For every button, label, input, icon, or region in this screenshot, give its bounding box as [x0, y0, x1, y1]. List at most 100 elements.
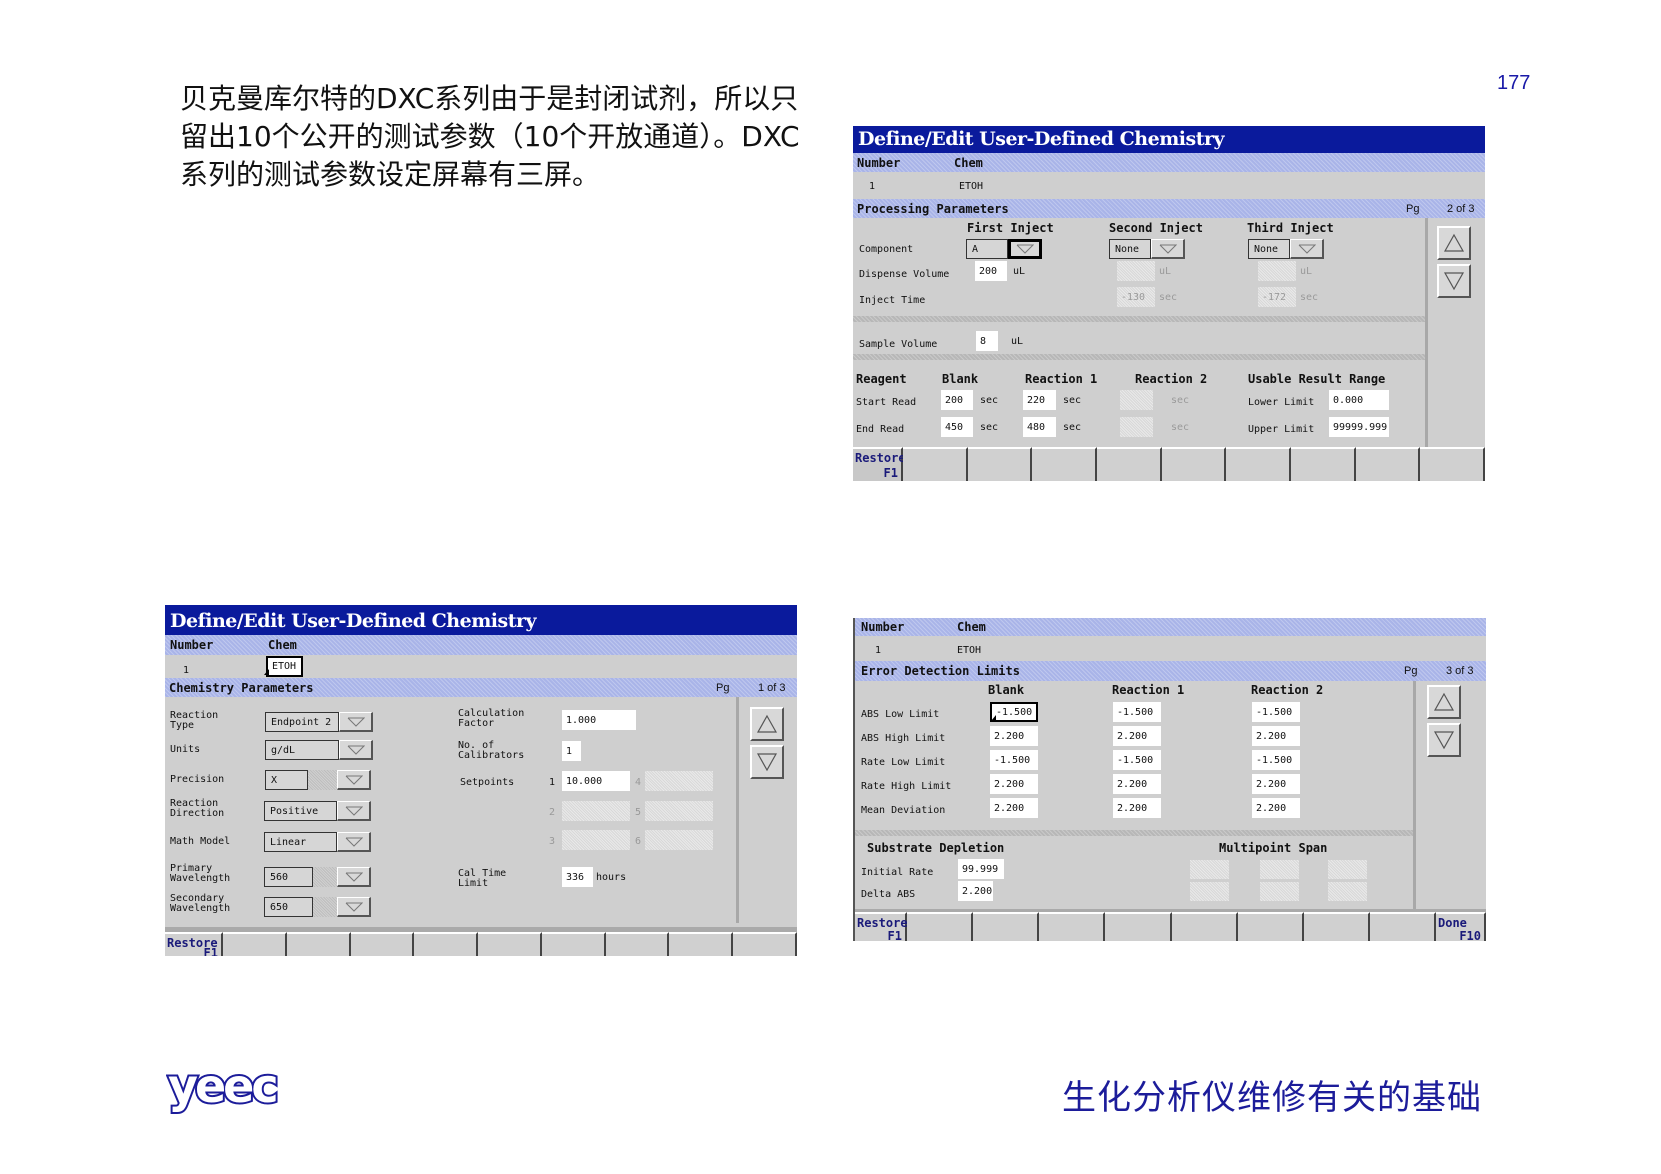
- function-key-f8[interactable]: [1303, 912, 1370, 941]
- page-up-button[interactable]: [1437, 226, 1471, 260]
- units-select[interactable]: g/dL: [265, 740, 373, 760]
- dropdown-button[interactable]: [1290, 239, 1324, 259]
- lower-limit-input[interactable]: 0.000: [1329, 390, 1389, 410]
- function-key-f9[interactable]: [1369, 912, 1436, 941]
- limit-value-input[interactable]: -1.500: [990, 750, 1038, 770]
- limit-value-input[interactable]: 2.200: [1113, 726, 1161, 746]
- function-key-f8[interactable]: [605, 932, 670, 956]
- page-up-button[interactable]: [1427, 685, 1461, 719]
- function-key-f7[interactable]: [1226, 447, 1292, 481]
- dropdown-button[interactable]: [1151, 239, 1185, 259]
- pg-label: Pg: [1406, 202, 1420, 215]
- function-key-f10[interactable]: [1420, 447, 1485, 481]
- function-key-f3[interactable]: [286, 932, 351, 956]
- start-read-reaction1-input[interactable]: 220: [1023, 390, 1056, 410]
- restore-f1-button[interactable]: Restore F1: [855, 912, 908, 941]
- setpoint-5-input: [645, 801, 713, 821]
- first-dispense-volume-input[interactable]: 200: [975, 261, 1007, 281]
- precision-select[interactable]: X: [265, 770, 371, 790]
- limit-value-input[interactable]: 2.200: [1113, 798, 1161, 818]
- reaction-direction-label: Reaction Direction: [170, 798, 225, 819]
- function-key-f9[interactable]: [669, 932, 734, 956]
- chevron-down-icon: [345, 806, 363, 816]
- function-key-f6[interactable]: [1161, 447, 1227, 481]
- function-key-f5[interactable]: [1105, 912, 1172, 941]
- limit-value-input[interactable]: 2.200: [1252, 726, 1300, 746]
- page-down-button[interactable]: [750, 745, 784, 779]
- end-read-reaction1-input[interactable]: 480: [1023, 417, 1056, 437]
- function-key-f7[interactable]: [541, 932, 606, 956]
- page-down-button[interactable]: [1437, 264, 1471, 298]
- initial-rate-input[interactable]: 99.999: [958, 859, 1004, 879]
- dropdown-button[interactable]: [337, 801, 371, 821]
- no-of-calibrators-input[interactable]: 1: [562, 741, 581, 761]
- dropdown-button[interactable]: [337, 867, 371, 887]
- function-key-f7[interactable]: [1237, 912, 1304, 941]
- page-down-button[interactable]: [1427, 723, 1461, 757]
- page-up-button[interactable]: [750, 707, 784, 741]
- sec-unit: sec: [1171, 395, 1190, 406]
- limit-row-label: ABS Low Limit: [861, 709, 940, 720]
- chevron-down-icon: [1298, 244, 1316, 254]
- limit-value-input[interactable]: -1.500: [990, 702, 1038, 722]
- dropdown-button[interactable]: [337, 897, 371, 917]
- second-inject-component-select[interactable]: None: [1109, 239, 1185, 259]
- calculation-factor-input[interactable]: 1.000: [562, 710, 636, 730]
- function-key-f6[interactable]: [478, 932, 542, 956]
- upper-limit-input[interactable]: 99999.999: [1329, 417, 1389, 437]
- function-key-f3[interactable]: [973, 912, 1040, 941]
- chem-name-input[interactable]: ETOH: [266, 656, 303, 677]
- limit-value-input[interactable]: 2.200: [1252, 774, 1300, 794]
- limit-value-input[interactable]: 2.200: [1113, 774, 1161, 794]
- secondary-wavelength-select[interactable]: 650: [264, 897, 371, 917]
- dropdown-button[interactable]: [339, 712, 373, 732]
- restore-f1-button[interactable]: Restore F1: [165, 932, 223, 956]
- function-key-f4[interactable]: [350, 932, 415, 956]
- first-inject-header: First Inject: [967, 221, 1054, 235]
- first-inject-component-select[interactable]: A: [966, 239, 1042, 259]
- dropdown-button[interactable]: [1008, 239, 1042, 259]
- limit-value-input[interactable]: -1.500: [1252, 702, 1300, 722]
- function-key-f4[interactable]: [1039, 912, 1106, 941]
- function-key-f6[interactable]: [1171, 912, 1238, 941]
- function-key-f2[interactable]: [903, 447, 968, 481]
- reaction-direction-select[interactable]: Positive: [264, 801, 371, 821]
- screen-processing-parameters: Define/Edit User-Defined Chemistry Numbe…: [853, 126, 1485, 481]
- limit-value-input[interactable]: 2.200: [990, 774, 1038, 794]
- limit-value-input[interactable]: -1.500: [1252, 750, 1300, 770]
- primary-wavelength-select[interactable]: 560: [264, 867, 371, 887]
- function-key-f5[interactable]: [414, 932, 479, 956]
- function-key-f10[interactable]: [733, 932, 797, 956]
- function-key-f3[interactable]: [967, 447, 1033, 481]
- limit-value-input[interactable]: 2.200: [990, 798, 1038, 818]
- limit-value-input[interactable]: -1.500: [1113, 702, 1161, 722]
- dropdown-button[interactable]: [337, 770, 371, 790]
- function-key-f5[interactable]: [1097, 447, 1162, 481]
- start-read-blank-input[interactable]: 200: [941, 390, 973, 410]
- function-key-f4[interactable]: [1032, 447, 1098, 481]
- function-key-f2[interactable]: [907, 912, 974, 941]
- setpoint-3-input: [562, 830, 630, 850]
- delta-abs-input[interactable]: 2.200: [958, 881, 993, 901]
- math-model-select[interactable]: Linear: [264, 832, 371, 852]
- scroll-divider: [1413, 681, 1416, 909]
- limit-value-input[interactable]: 2.200: [1252, 798, 1300, 818]
- dropdown-button[interactable]: [337, 832, 371, 852]
- done-f10-button[interactable]: Done F10: [1436, 912, 1486, 941]
- function-key-f2[interactable]: [223, 932, 287, 956]
- sample-volume-input[interactable]: 8: [976, 331, 998, 351]
- reaction-type-select[interactable]: Endpoint 2: [265, 712, 373, 732]
- function-key-f9[interactable]: [1355, 447, 1421, 481]
- triangle-up-icon: [756, 714, 778, 733]
- third-inject-component-select[interactable]: None: [1248, 239, 1324, 259]
- limit-value-input[interactable]: -1.500: [1113, 750, 1161, 770]
- logo-mark: yeec: [166, 1057, 281, 1115]
- chevron-down-icon: [345, 872, 363, 882]
- dropdown-button[interactable]: [339, 740, 373, 760]
- end-read-blank-input[interactable]: 450: [941, 417, 973, 437]
- setpoint-1-input[interactable]: 10.000: [562, 771, 630, 791]
- cal-time-limit-input[interactable]: 336: [562, 867, 593, 887]
- restore-f1-button[interactable]: Restore F1: [853, 447, 906, 481]
- function-key-f8[interactable]: [1291, 447, 1356, 481]
- limit-value-input[interactable]: 2.200: [990, 726, 1038, 746]
